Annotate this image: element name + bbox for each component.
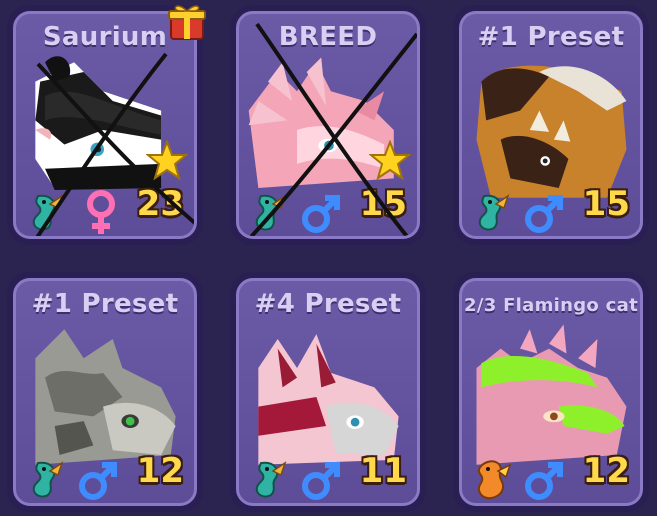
dragon-card-breed[interactable]: BREED 15 xyxy=(230,5,426,245)
dragon-name: BREED xyxy=(278,22,378,52)
male-gender-icon xyxy=(302,195,340,233)
card-panel: 2/3 Flamingo cat 12 xyxy=(459,278,643,506)
dragon-level: 12 xyxy=(582,451,630,491)
dragon-name: #1 Preset xyxy=(31,289,179,319)
dragon-level: 11 xyxy=(359,451,407,491)
sea-dragon-icon xyxy=(255,461,287,498)
fire-dragon-icon xyxy=(477,460,512,499)
male-gender-icon xyxy=(302,462,340,500)
card-panel: #1 Preset 12 xyxy=(13,278,197,506)
dragon-card-preset-4[interactable]: #4 Preset 11 xyxy=(230,272,426,512)
gift-box-icon[interactable] xyxy=(167,1,207,43)
sea-dragon-icon xyxy=(32,461,64,498)
dragon-card-flamingo-cat[interactable]: 2/3 Flamingo cat 12 xyxy=(453,272,649,512)
dragon-card-saurium[interactable]: Saurium 23 xyxy=(7,5,206,245)
dragon-level: 23 xyxy=(136,184,184,224)
dragon-name: #4 Preset xyxy=(254,289,402,319)
female-gender-icon xyxy=(87,190,115,234)
card-panel: #4 Preset 11 xyxy=(236,278,420,506)
star-icon xyxy=(369,140,411,181)
dragon-level: 15 xyxy=(582,184,630,224)
card-panel: BREED 15 xyxy=(236,11,420,239)
sea-dragon-icon xyxy=(478,194,510,231)
male-gender-icon xyxy=(525,462,563,500)
male-gender-icon xyxy=(79,462,117,500)
dragon-level: 12 xyxy=(136,451,184,491)
dragon-card-preset-1-grey[interactable]: #1 Preset 12 xyxy=(7,272,203,512)
sea-dragon-icon xyxy=(32,194,64,231)
dragon-level: 15 xyxy=(359,184,407,224)
card-panel: Saurium 23 xyxy=(13,11,197,239)
male-gender-icon xyxy=(525,195,563,233)
dragon-name: #1 Preset xyxy=(477,22,625,52)
star-icon xyxy=(146,140,188,181)
dragon-card-preset-1[interactable]: #1 Preset 15 xyxy=(453,5,649,245)
dragon-name: 2/3 Flamingo cat xyxy=(464,295,638,316)
card-panel: #1 Preset 15 xyxy=(459,11,643,239)
sea-dragon-icon xyxy=(255,194,287,231)
